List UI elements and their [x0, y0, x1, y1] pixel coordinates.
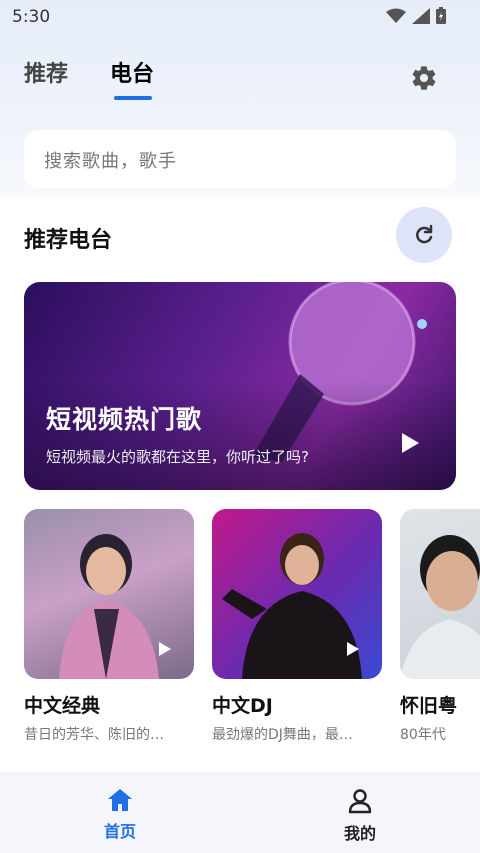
banner-subtitle: 短视频最火的歌都在这里，你听过了吗?: [46, 448, 309, 466]
section-title: 推荐电台: [24, 228, 113, 253]
card-description: 最劲爆的DJ舞曲，最…: [212, 727, 353, 743]
signal-icon: [412, 7, 430, 24]
refresh-button[interactable]: [396, 207, 452, 263]
featured-banner[interactable]: 短视频热门歌 短视频最火的歌都在这里，你听过了吗?: [24, 282, 456, 490]
wifi-icon: [386, 8, 406, 23]
nav-mine-label: 我的: [343, 824, 376, 843]
banner-title: 短视频热门歌: [46, 405, 203, 434]
refresh-icon: [416, 224, 433, 244]
card-title: 中文DJ: [212, 695, 273, 717]
nav-home-label: 首页: [103, 822, 136, 841]
home-icon: [108, 789, 132, 811]
card-description: 80年代: [400, 727, 446, 743]
tab-recommend-label: 推荐: [24, 62, 69, 87]
search-placeholder: 搜索歌曲，歌手: [44, 151, 177, 172]
user-icon: [348, 789, 372, 814]
card-image: [24, 509, 194, 679]
card-title: 中文经典: [24, 695, 101, 717]
radio-card[interactable]: 中文DJ 最劲爆的DJ舞曲，最…: [212, 509, 382, 744]
search-input[interactable]: 搜索歌曲，歌手: [24, 130, 456, 188]
play-icon[interactable]: [158, 641, 172, 657]
gear-icon[interactable]: [410, 64, 438, 92]
card-description: 昔日的芳华、陈旧的…: [24, 727, 164, 743]
singer-photo: [400, 535, 480, 679]
radio-card[interactable]: 中文经典 昔日的芳华、陈旧的…: [24, 509, 194, 744]
radio-card[interactable]: 怀旧粤 80年代: [400, 509, 480, 744]
radio-card-list: 中文经典 昔日的芳华、陈旧的… 中文DJ 最劲爆的DJ舞曲，最… 怀旧粤 80年…: [24, 509, 480, 749]
nav-home[interactable]: 首页: [90, 788, 150, 842]
tab-active-indicator: [114, 96, 153, 100]
status-icons: [386, 7, 446, 24]
status-bar: 5:30: [0, 0, 480, 34]
play-icon[interactable]: [400, 432, 420, 454]
card-image: [400, 509, 480, 679]
tab-radio-label: 电台: [110, 62, 155, 87]
card-image: [212, 509, 382, 679]
top-tabs: 推荐 电台: [24, 56, 155, 100]
tab-radio[interactable]: 电台: [110, 56, 155, 100]
battery-icon: [436, 7, 446, 24]
bottom-nav: 首页 我的: [0, 772, 480, 853]
tab-recommend[interactable]: 推荐: [24, 56, 68, 88]
status-time: 5:30: [12, 7, 51, 27]
card-title: 怀旧粤: [400, 695, 458, 717]
nav-mine[interactable]: 我的: [330, 788, 390, 844]
play-icon[interactable]: [346, 641, 360, 657]
